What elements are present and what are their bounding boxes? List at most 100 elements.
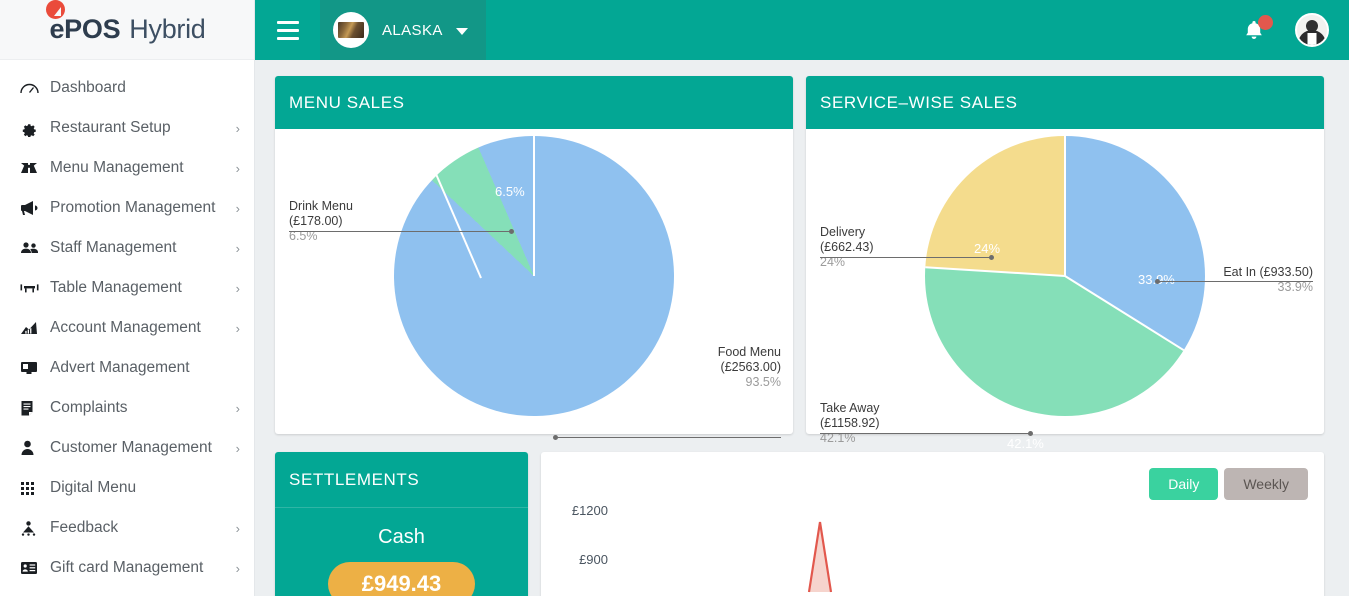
food-menu-leader-line [556, 437, 781, 438]
sidebar-item-complaints[interactable]: Complaints › [0, 388, 254, 428]
chevron-down-icon[interactable] [455, 27, 468, 35]
sidebar-item-feedback[interactable]: Feedback › [0, 508, 254, 548]
logo-text-bold: ePOS [49, 14, 121, 44]
sidebar-item-label: Staff Management [50, 239, 177, 256]
menu-sales-chart: 6.5% 93.5% Drink Menu (£178.00) 6.5% Foo… [275, 91, 793, 461]
sidebar-item-label: Restaurant Setup [50, 119, 171, 136]
sidebar-item-staff-management[interactable]: Staff Management › [0, 228, 254, 268]
service-wise-sales-title: SERVICE–WISE SALES [806, 76, 1324, 129]
menu-sales-title: MENU SALES [275, 76, 793, 129]
food-menu-percent: 93.5% [745, 375, 781, 389]
pie-separator [1064, 136, 1066, 276]
sidebar-item-promotion-management[interactable]: Promotion Management › [0, 188, 254, 228]
gear-icon [20, 120, 50, 137]
drink-menu-leader-line [289, 231, 513, 232]
bell-icon[interactable] [1243, 15, 1273, 45]
food-slice-percent: 93.5% [540, 416, 577, 431]
food-menu-amount: (£2563.00) [720, 360, 781, 374]
settlement-amount[interactable]: £949.43 [327, 562, 476, 596]
restaurant-photo-avatar [333, 12, 369, 48]
sidebar-item-account-management[interactable]: Account Management › [0, 308, 254, 348]
people-icon [20, 241, 50, 255]
sidebar-item-label: Account Management [50, 319, 201, 336]
gift-card-icon [20, 561, 50, 575]
logo-text-light: Hybrid [129, 14, 206, 44]
chevron-right-icon: › [235, 520, 240, 536]
chevron-right-icon: › [235, 560, 240, 576]
settlement-method-label: Cash [378, 526, 425, 548]
brand-logo[interactable]: ePOS Hybrid [0, 0, 254, 60]
delivery-leader-dot [989, 255, 994, 260]
eatin-label: Eat In (£933.50) 33.9% [1161, 265, 1313, 295]
hamburger-icon[interactable] [255, 0, 320, 60]
chevron-right-icon: › [235, 120, 240, 136]
food-menu-label: Food Menu (£2563.00) 93.5% [611, 345, 781, 390]
grid-dots-icon [20, 481, 50, 496]
eatin-percent: 33.9% [1277, 280, 1313, 294]
sidebar-item-label: Table Management [50, 279, 182, 296]
delivery-slice-percent: 24% [974, 241, 1001, 256]
feedback-icon [20, 520, 50, 536]
sidebar-item-customer-management[interactable]: Customer Management › [0, 428, 254, 468]
chevron-right-icon: › [235, 240, 240, 256]
charts-row: MENU SALES 6.5% 93.5% Drink Menu (£178.0… [275, 76, 1335, 461]
eatin-leader-line [1158, 281, 1313, 282]
chevron-right-icon: › [235, 280, 240, 296]
sidebar-item-label: Customer Management [50, 439, 212, 456]
sidebar-item-label: Gift card Management [50, 559, 204, 576]
sidebar-item-label: Menu Management [50, 159, 184, 176]
sidebar-item-label: Advert Management [50, 359, 190, 376]
sidebar-nav: Dashboard Restaurant Setup › Menu Manage… [0, 60, 254, 588]
drink-menu-leader-dot [509, 229, 514, 234]
pie-separator [533, 136, 535, 276]
takeaway-leader-dot [1028, 431, 1033, 436]
hamburger-bar [276, 28, 299, 32]
monitor-icon [20, 361, 50, 375]
takeaway-leader-line [820, 433, 1032, 434]
megaphone-icon [20, 200, 50, 216]
chart-arrow-icon [20, 321, 50, 336]
drink-slice-percent: 6.5% [495, 184, 525, 199]
sidebar-item-gift-card-management[interactable]: Gift card Management › [0, 548, 254, 588]
app-root: ePOS Hybrid Dashboard Restaurant Setup › [0, 0, 1349, 596]
sidebar-item-menu-management[interactable]: Menu Management › [0, 148, 254, 188]
avatar[interactable] [1295, 13, 1329, 47]
food-menu-name: Food Menu [717, 345, 781, 359]
delivery-name: Delivery [820, 225, 866, 239]
top-header: ALASKA [255, 0, 1349, 60]
bottom-row: SETTLEMENTS Cash £949.43 Daily Weekly £1… [275, 452, 1335, 596]
sidebar-item-label: Complaints [50, 399, 128, 416]
sidebar-item-label: Promotion Management [50, 199, 216, 216]
settlements-body: Cash £949.43 [275, 508, 528, 596]
sidebar-item-label: Dashboard [50, 79, 126, 96]
sidebar-item-advert-management[interactable]: Advert Management [0, 348, 254, 388]
store-selector[interactable]: ALASKA [320, 0, 486, 60]
delivery-leader-line [820, 257, 992, 258]
main-content: MENU SALES 6.5% 93.5% Drink Menu (£178.0… [255, 60, 1349, 596]
food-menu-leader-dot [553, 435, 558, 440]
sidebar-item-digital-menu[interactable]: Digital Menu [0, 468, 254, 508]
chevron-right-icon: › [235, 200, 240, 216]
sidebar-item-table-management[interactable]: Table Management › [0, 268, 254, 308]
settlements-card: SETTLEMENTS Cash £949.43 [275, 452, 528, 596]
notification-badge [1258, 15, 1273, 30]
table-icon [20, 282, 50, 294]
person-icon [20, 440, 50, 456]
menu-bowtie-icon [20, 161, 50, 175]
sales-trend-area-series [807, 521, 833, 593]
chevron-right-icon: › [235, 160, 240, 176]
takeaway-label: Take Away (£1158.92) 42.1% [820, 401, 970, 446]
sidebar: ePOS Hybrid Dashboard Restaurant Setup › [0, 0, 255, 596]
sidebar-item-label: Feedback [50, 519, 119, 536]
dashboard-icon [20, 81, 50, 95]
takeaway-slice-percent: 42.1% [1007, 436, 1044, 451]
chevron-right-icon: › [235, 400, 240, 416]
eatin-name: Eat In (£933.50) [1223, 265, 1313, 279]
document-icon [20, 400, 50, 416]
chevron-right-icon: › [235, 320, 240, 336]
hamburger-bar [276, 36, 299, 40]
drink-menu-amount: (£178.00) [289, 214, 343, 228]
service-wise-sales-card: SERVICE–WISE SALES 24% 33.9% 42.1% Deliv… [806, 76, 1324, 451]
sidebar-item-dashboard[interactable]: Dashboard [0, 68, 254, 108]
sidebar-item-restaurant-setup[interactable]: Restaurant Setup › [0, 108, 254, 148]
